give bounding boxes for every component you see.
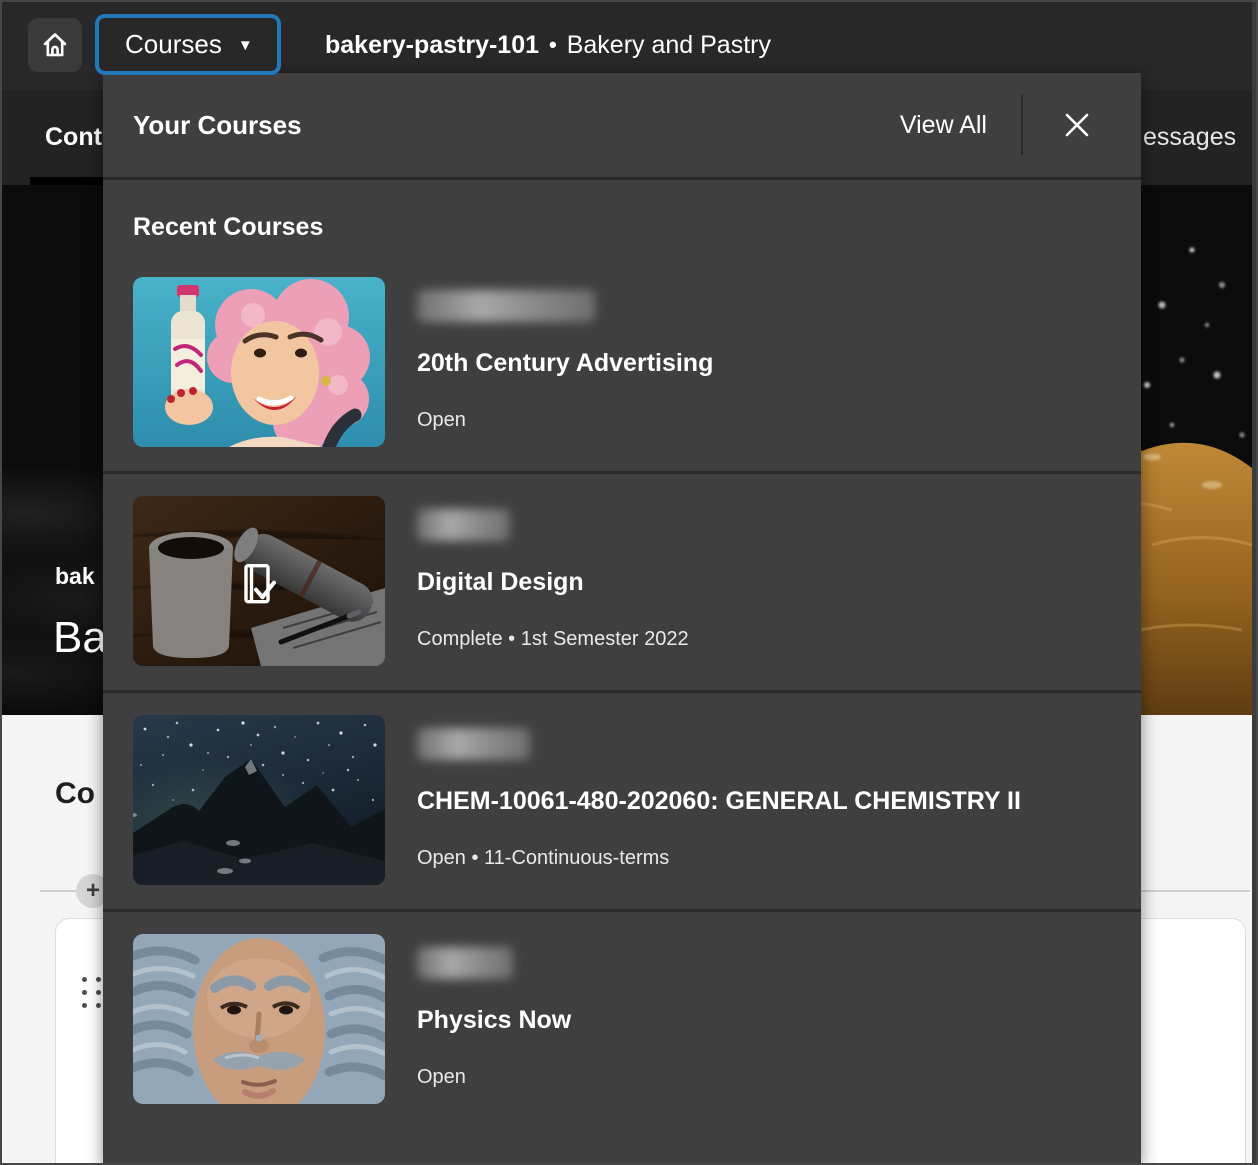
panel-title: Your Courses (133, 110, 302, 141)
active-tab-underline (30, 177, 103, 185)
close-icon (1059, 107, 1095, 143)
course-meta: Physics Now Open (417, 934, 571, 1104)
breadcrumb-course-id: bakery-pastry-101 (325, 31, 539, 60)
home-icon (39, 29, 71, 61)
course-title: Physics Now (417, 1006, 571, 1035)
tab-content-clipped[interactable]: Cont (45, 123, 102, 152)
course-status: Open (417, 1066, 571, 1089)
tab-messages-clipped[interactable]: essages (1143, 123, 1236, 152)
course-id-redacted (417, 290, 595, 322)
course-status: Open (417, 409, 713, 432)
course-title: CHEM-10061-480-202060: GENERAL CHEMISTRY… (417, 787, 1021, 816)
close-panel-button[interactable] (1057, 105, 1097, 145)
course-row-general-chemistry[interactable]: CHEM-10061-480-202060: GENERAL CHEMISTRY… (103, 693, 1141, 912)
course-thumbnail-coffee-newspaper (133, 496, 385, 666)
courses-dropdown-button[interactable]: Courses ▼ (95, 14, 281, 75)
course-row-20th-century-advertising[interactable]: 20th Century Advertising Open (103, 255, 1141, 474)
breadcrumb-course-title: Bakery and Pastry (567, 31, 771, 60)
app-window: Courses ▼ bakery-pastry-101 • Bakery and… (0, 0, 1258, 1165)
hero-course-title-clipped: Ba (53, 613, 107, 663)
course-thumbnail-einstein-figurine (133, 934, 385, 1104)
course-title: 20th Century Advertising (417, 349, 713, 378)
course-status: Open • 11-Continuous-terms (417, 847, 1021, 870)
home-button[interactable] (28, 18, 82, 72)
course-id-redacted (417, 728, 530, 760)
course-id-redacted (417, 947, 513, 979)
content-heading-clipped: Co (55, 777, 95, 811)
breadcrumb-separator: • (549, 32, 557, 58)
courses-button-label: Courses (125, 29, 222, 60)
header-vertical-divider (1021, 95, 1023, 155)
course-status: Complete • 1st Semester 2022 (417, 628, 689, 651)
chevron-down-icon: ▼ (238, 37, 253, 54)
course-thumbnail-night-mountains (133, 715, 385, 885)
course-meta: 20th Century Advertising Open (417, 277, 713, 447)
course-meta: Digital Design Complete • 1st Semester 2… (417, 496, 689, 666)
course-complete-icon (242, 562, 276, 608)
course-title: Digital Design (417, 568, 689, 597)
course-row-physics-now[interactable]: Physics Now Open (103, 912, 1141, 1128)
drag-handle-icon[interactable] (82, 977, 104, 1008)
panel-header: Your Courses View All (103, 73, 1141, 180)
course-meta: CHEM-10061-480-202060: GENERAL CHEMISTRY… (417, 715, 1021, 885)
your-courses-panel: Your Courses View All Recent Courses (103, 73, 1141, 1165)
view-all-link[interactable]: View All (900, 111, 987, 140)
course-thumbnail-retro-advertisement (133, 277, 385, 447)
course-row-digital-design[interactable]: Digital Design Complete • 1st Semester 2… (103, 474, 1141, 693)
recent-courses-label: Recent Courses (133, 213, 1141, 242)
course-id-redacted (417, 509, 510, 541)
scrollbar[interactable] (1252, 0, 1258, 1165)
hero-course-id-clipped: bak (55, 563, 95, 590)
